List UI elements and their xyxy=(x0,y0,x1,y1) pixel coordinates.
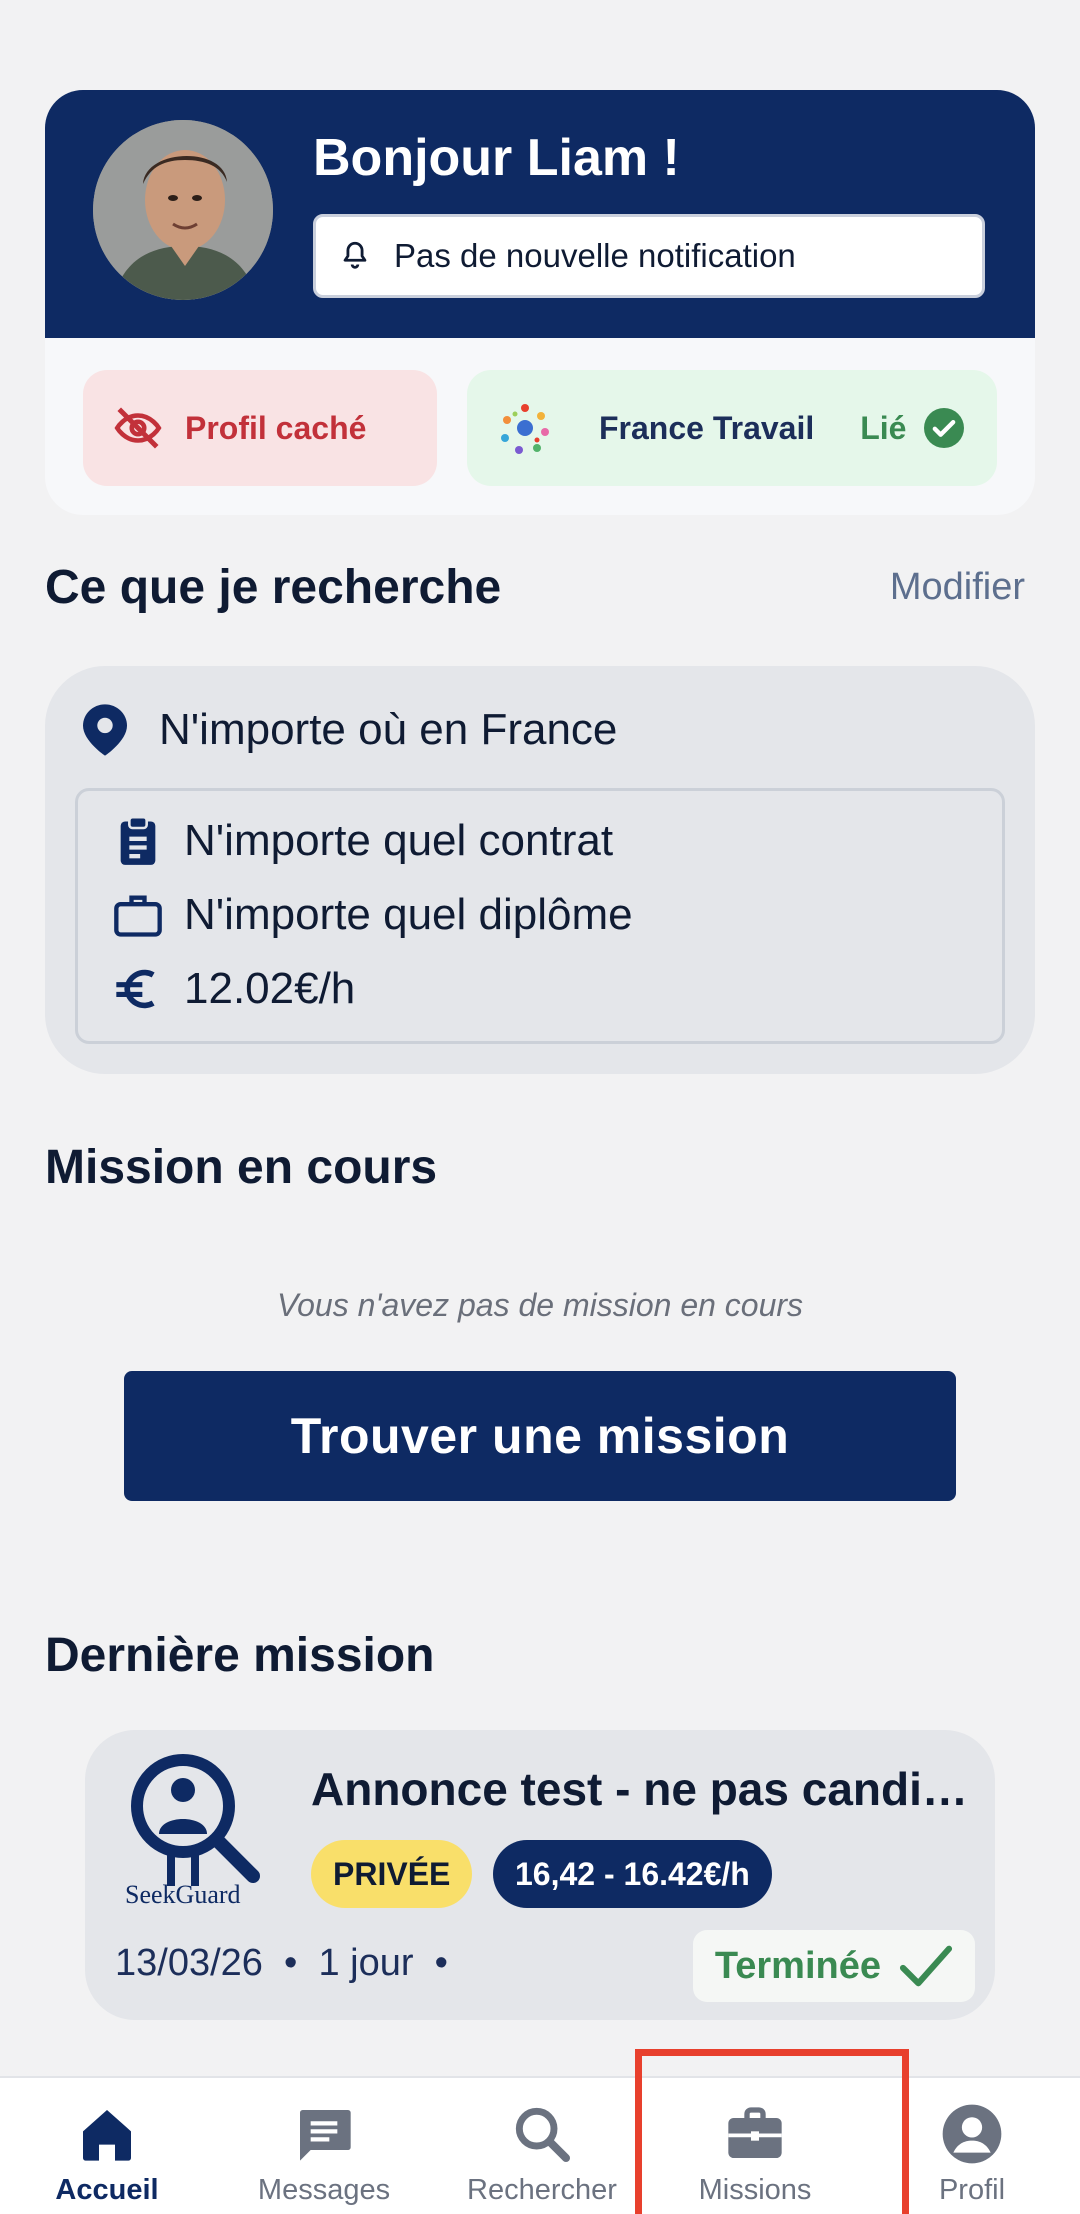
profile-hidden-label: Profil caché xyxy=(185,409,367,446)
notification-banner[interactable]: Pas de nouvelle notification xyxy=(313,214,985,298)
nav-messages[interactable]: Messages xyxy=(250,2078,398,2214)
location-pin-icon xyxy=(83,704,127,756)
diploma-text: N'importe quel diplôme xyxy=(184,890,633,939)
bottom-navigation: Accueil Messages Rechercher Missions Pro… xyxy=(0,2076,1080,2214)
current-mission-title: Mission en cours xyxy=(45,1141,438,1194)
nav-search-label: Rechercher xyxy=(467,2174,617,2206)
private-badge: PRIVÉE xyxy=(311,1840,473,1908)
mission-date: 13/03/26 xyxy=(115,1942,263,1984)
contract-row: N'importe quel contrat xyxy=(112,815,613,867)
bell-icon xyxy=(343,241,367,269)
user-circle-icon xyxy=(942,2104,1002,2164)
notification-text: Pas de nouvelle notification xyxy=(394,237,796,274)
search-criteria-card[interactable]: N'importe où en France N'importe quel co… xyxy=(45,666,1035,1074)
contract-text: N'importe quel contrat xyxy=(184,816,614,865)
no-mission-text: Vous n'avez pas de mission en cours xyxy=(276,1287,804,1323)
france-travail-logo-icon xyxy=(501,404,549,454)
check-circle-icon xyxy=(924,408,965,448)
last-mission-title: Dernière mission xyxy=(45,1629,435,1682)
nav-home[interactable]: Accueil xyxy=(44,2078,170,2214)
location-text: N'importe où en France xyxy=(159,705,618,754)
search-section-title: Ce que je recherche xyxy=(45,561,502,614)
greeting-header: Bonjour Liam ! Pas de nouvelle notificat… xyxy=(45,90,1035,338)
search-icon xyxy=(515,2107,570,2162)
check-icon xyxy=(899,1945,953,1987)
euro-icon xyxy=(116,969,155,1009)
meta-separator: • xyxy=(424,1942,448,1984)
diploma-row: N'importe quel diplôme xyxy=(112,889,633,941)
profile-hidden-pill[interactable]: Profil caché xyxy=(83,370,437,486)
avatar-photo-icon xyxy=(93,120,273,300)
meta-separator: • xyxy=(273,1942,319,1984)
company-name: SeekGuard xyxy=(125,1880,241,1909)
last-mission-card[interactable]: SeekGuard Annonce test - ne pas candid… … xyxy=(85,1730,995,2020)
mission-meta: 13/03/26 • 1 jour • xyxy=(115,1942,448,1985)
greeting-card: Bonjour Liam ! Pas de nouvelle notificat… xyxy=(45,90,1035,515)
eye-off-icon xyxy=(114,407,162,449)
home-icon xyxy=(83,2110,131,2161)
rate-row: 12.02€/h xyxy=(112,963,355,1015)
find-mission-button[interactable]: Trouver une mission xyxy=(124,1371,956,1501)
clipboard-icon xyxy=(120,815,156,865)
criteria-box: N'importe quel contrat N'importe quel di… xyxy=(75,788,1005,1044)
greeting-title: Bonjour Liam ! xyxy=(313,129,680,187)
nav-home-label: Accueil xyxy=(55,2174,159,2206)
nav-profile[interactable]: Profil xyxy=(920,2078,1024,2214)
status-badge: Terminée xyxy=(692,1930,975,2002)
mission-duration: 1 jour xyxy=(318,1942,414,1984)
nav-search[interactable]: Rechercher xyxy=(462,2078,622,2214)
mission-title: Annonce test - ne pas candid… xyxy=(311,1763,971,1815)
missions-highlight-box xyxy=(635,2049,909,2214)
france-travail-label: France Travail xyxy=(599,409,815,446)
modify-button[interactable]: Modifier xyxy=(890,566,1025,609)
nav-messages-label: Messages xyxy=(257,2174,391,2206)
france-travail-status: Lié xyxy=(860,409,907,446)
status-text: Terminée xyxy=(714,1944,881,1987)
nav-profile-label: Profil xyxy=(938,2174,1006,2206)
rate-badge: 16,42 - 16.42€/h xyxy=(493,1840,772,1908)
location-row: N'importe où en France xyxy=(83,704,617,756)
rate-text: 12.02€/h xyxy=(184,964,356,1013)
home-screen: Bonjour Liam ! Pas de nouvelle notificat… xyxy=(0,0,1080,2214)
france-travail-pill[interactable]: France Travail Lié xyxy=(467,370,997,486)
message-icon xyxy=(300,2110,351,2161)
avatar[interactable] xyxy=(93,120,273,300)
briefcase-outline-icon xyxy=(114,895,162,937)
